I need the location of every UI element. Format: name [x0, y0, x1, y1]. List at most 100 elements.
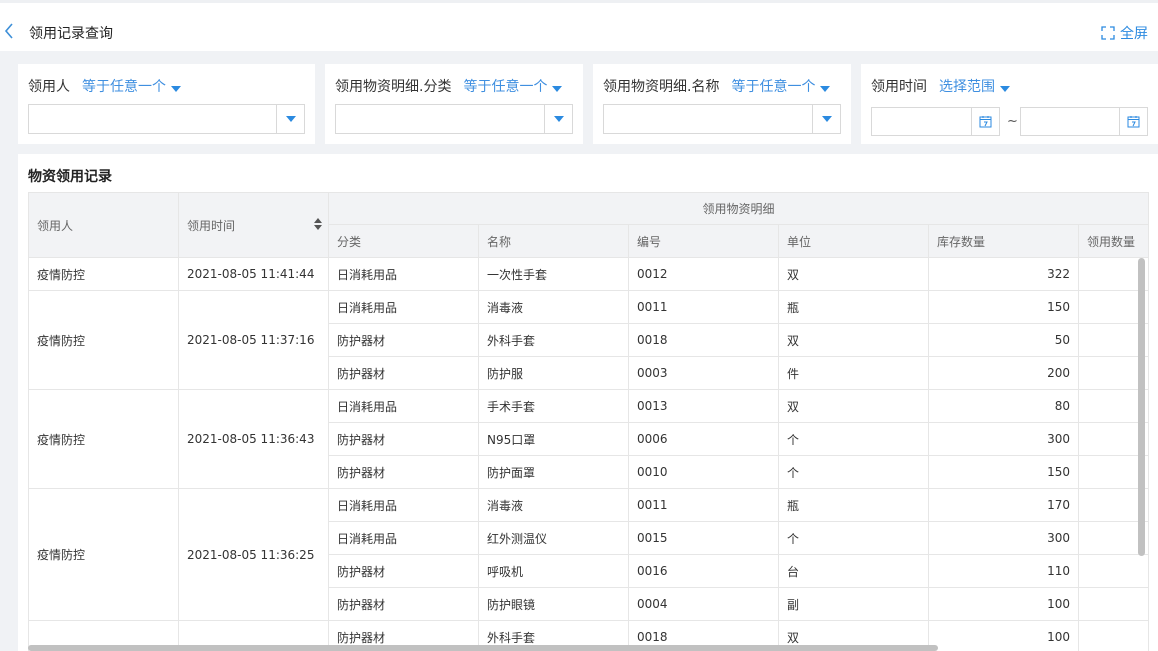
cell-code: 0004 [628, 587, 779, 621]
header-group: 领用物资明细 [328, 192, 1149, 225]
calendar-button[interactable] [971, 108, 999, 135]
cell-stock: 200 [928, 356, 1079, 390]
filter-operator[interactable]: 等于任意一个 [463, 76, 563, 96]
cell-name: 防护眼镜 [478, 587, 629, 621]
cell-category: 日消耗用品 [328, 389, 479, 423]
cell-code: 0016 [628, 554, 779, 588]
cell-unit: 瓶 [778, 290, 929, 324]
cell-time: 2021-08-05 11:36:43 [178, 389, 329, 489]
header-time[interactable]: 领用时间 [178, 192, 329, 258]
caret-down-icon [552, 86, 563, 92]
filter-recipient: 领用人 等于任意一个 [18, 64, 315, 144]
cell-code: 0012 [628, 257, 779, 291]
filter-label: 领用物资明细.分类 [335, 79, 452, 95]
cell-name: 呼吸机 [478, 554, 629, 588]
caret-down-icon [553, 116, 564, 122]
caret-down-icon [820, 86, 831, 92]
cell-name: 消毒液 [478, 290, 629, 324]
sort-icon[interactable] [314, 218, 322, 232]
vertical-scrollbar[interactable] [1138, 258, 1145, 556]
cell-category: 防护器材 [328, 323, 479, 357]
cell-category: 防护器材 [328, 356, 479, 390]
cell-stock: 110 [928, 554, 1079, 588]
cell-name: 防护面罩 [478, 455, 629, 489]
records-table: 领用人 领用时间 领用物资明细 分类 名称 编号 单位 库存数量 领用数量 疫情… [28, 192, 1149, 651]
cell-unit: 个 [778, 422, 929, 456]
dropdown-button[interactable] [544, 105, 572, 133]
dropdown-button[interactable] [812, 105, 840, 133]
cell-recipient: 疫情防控 [28, 488, 179, 621]
caret-down-icon [821, 116, 832, 122]
cell-recipient: 疫情防控 [28, 257, 179, 291]
cell-category: 日消耗用品 [328, 521, 479, 555]
cell-name: N95口罩 [478, 422, 629, 456]
table-row[interactable]: 疫情防控 2021-08-05 11:36:43 日消耗用品 手术手套 0013 双 80 [28, 389, 1149, 489]
chevron-left-icon [4, 23, 13, 39]
fullscreen-button[interactable]: 全屏 [1101, 23, 1148, 43]
cell-unit: 双 [778, 389, 929, 423]
cell-unit: 件 [778, 356, 929, 390]
cell-code: 0011 [628, 488, 779, 522]
cell-unit: 双 [778, 323, 929, 357]
caret-down-icon [171, 86, 181, 92]
cell-unit: 瓶 [778, 488, 929, 522]
table-body: 疫情防控 2021-08-05 11:41:44 日消耗用品 一次性手套 0012 双 32… [28, 257, 1149, 651]
cell-stock: 170 [928, 488, 1079, 522]
cell-category: 日消耗用品 [328, 488, 479, 522]
start-date-input[interactable] [871, 107, 1000, 136]
cell-stock: 50 [928, 323, 1079, 357]
cell-category: 防护器材 [328, 587, 479, 621]
cell-stock: 300 [928, 422, 1079, 456]
cell-category: 防护器材 [328, 455, 479, 489]
filter-operator[interactable]: 等于任意一个 [731, 76, 831, 96]
end-date-input[interactable] [1020, 107, 1148, 136]
cell-name: 防护服 [478, 356, 629, 390]
table-row[interactable]: 疫情防控 2021-08-05 11:41:44 日消耗用品 一次性手套 0012 双 32… [28, 257, 1149, 291]
horizontal-scrollbar[interactable] [28, 645, 938, 651]
header-qty: 领用数量 [1078, 224, 1149, 258]
back-button[interactable] [0, 13, 18, 49]
cell-code: 0003 [628, 356, 779, 390]
fullscreen-label: 全屏 [1120, 26, 1148, 42]
range-separator: ~ [1007, 114, 1018, 129]
cell-qty [1078, 587, 1149, 621]
cell-stock: 150 [928, 455, 1079, 489]
page-title: 领用记录查询 [29, 26, 113, 42]
cell-time: 2021-08-05 11:41:44 [178, 257, 329, 291]
calendar-button[interactable] [1119, 108, 1147, 135]
cell-category: 日消耗用品 [328, 257, 479, 291]
cell-code: 0018 [628, 323, 779, 357]
calendar-icon [1127, 116, 1140, 128]
cell-unit: 副 [778, 587, 929, 621]
cell-stock: 322 [928, 257, 1079, 291]
name-select[interactable] [603, 104, 841, 134]
cell-name: 外科手套 [478, 323, 629, 357]
cell-name: 一次性手套 [478, 257, 629, 291]
dropdown-button[interactable] [276, 105, 304, 133]
cell-time: 2021-08-05 11:36:25 [178, 488, 329, 621]
cell-code: 0011 [628, 290, 779, 324]
filter-label: 领用时间 [871, 79, 927, 95]
filter-operator[interactable]: 等于任意一个 [82, 76, 181, 96]
cell-unit: 个 [778, 521, 929, 555]
cell-category: 防护器材 [328, 554, 479, 588]
filter-label: 领用人 [28, 79, 70, 95]
cell-qty [1078, 554, 1149, 588]
header-code: 编号 [628, 224, 779, 258]
header-name: 名称 [478, 224, 629, 258]
cell-stock: 150 [928, 290, 1079, 324]
cell-time: 2021-08-05 11:37:16 [178, 290, 329, 390]
table-row[interactable]: 疫情防控 2021-08-05 11:37:16 日消耗用品 消毒液 0011 瓶 150 [28, 290, 1149, 390]
filter-operator[interactable]: 选择范围 [939, 76, 1010, 96]
cell-recipient: 疫情防控 [28, 290, 179, 390]
category-select[interactable] [335, 104, 573, 134]
header-category: 分类 [328, 224, 479, 258]
caret-down-icon [285, 116, 296, 122]
top-bar: 领用记录查询 全屏 [0, 0, 1158, 51]
table-row[interactable]: 疫情防控 2021-08-05 11:36:25 日消耗用品 消毒液 0011 瓶 170 [28, 488, 1149, 621]
cell-category: 防护器材 [328, 422, 479, 456]
cell-stock: 80 [928, 389, 1079, 423]
recipient-select[interactable] [28, 104, 305, 134]
cell-stock: 100 [928, 587, 1079, 621]
filter-category: 领用物资明细.分类 等于任意一个 [325, 64, 583, 144]
